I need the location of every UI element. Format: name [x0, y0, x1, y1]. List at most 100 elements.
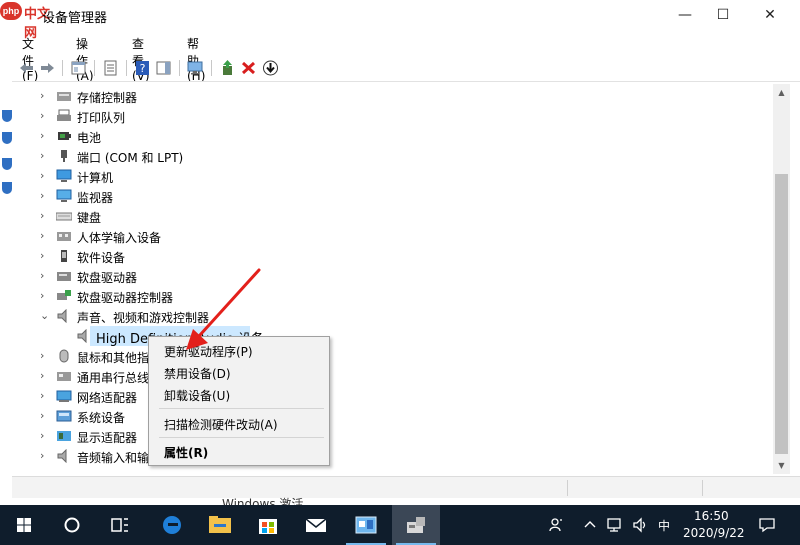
tree-category-item[interactable]: › 系统设备 [12, 406, 785, 426]
speaker-icon [57, 309, 67, 323]
chevron-right-icon[interactable]: › [40, 409, 50, 423]
tree-item-label: 软盘驱动器控制器 [77, 291, 174, 305]
clock-time[interactable]: 16:50 [694, 509, 729, 523]
menu-uninstall-device[interactable]: 卸载设备(U) [164, 387, 230, 404]
tree-item-label: 人体学输入设备 [77, 231, 162, 245]
tree-category-item[interactable]: ⌄ 声音、视频和游戏控制器 [12, 306, 785, 326]
scan-hardware-icon[interactable] [187, 60, 204, 76]
clock-date[interactable]: 2020/9/22 [683, 526, 745, 540]
chevron-right-icon[interactable]: › [40, 449, 50, 463]
tree-category-item[interactable]: › 人体学输入设备 [12, 226, 785, 246]
tree-item-label: 网络适配器 [77, 391, 138, 405]
status-separator [702, 480, 703, 496]
device-manager-app-icon [407, 517, 425, 533]
task-view-icon [111, 518, 128, 532]
tree-category-item[interactable]: › 打印队列 [12, 106, 785, 126]
chevron-right-icon[interactable]: › [40, 389, 50, 403]
tree-category-item[interactable]: › 键盘 [12, 206, 785, 226]
chevron-right-icon[interactable]: › [40, 129, 50, 143]
notification-icon[interactable] [758, 517, 776, 533]
toolbar-separator [62, 60, 63, 76]
update-driver-icon[interactable] [219, 60, 236, 76]
tree-category-item[interactable]: › 计算机 [12, 166, 785, 186]
start-button[interactable] [0, 505, 48, 545]
menu-separator [159, 437, 324, 438]
chevron-right-icon[interactable]: › [40, 89, 50, 103]
chevron-right-icon[interactable]: › [40, 169, 50, 183]
menu-update-driver[interactable]: 更新驱动程序(P) [164, 343, 253, 360]
chevron-right-icon[interactable]: › [40, 249, 50, 263]
shield-icon [2, 132, 12, 144]
chevron-right-icon[interactable]: › [40, 209, 50, 223]
shield-icon [2, 158, 12, 170]
action-pane-icon[interactable] [155, 60, 172, 76]
close-button[interactable]: ✕ [747, 0, 793, 30]
maximize-button[interactable]: ☐ [700, 0, 746, 30]
tree-item-label: 键盘 [77, 211, 102, 225]
file-explorer-icon [209, 516, 231, 533]
tree-category-item[interactable]: › 软盘驱动器 [12, 266, 785, 286]
taskbar-store[interactable] [244, 505, 292, 545]
menu-scan-hardware[interactable]: 扫描检测硬件改动(A) [164, 416, 278, 433]
tree-category-item[interactable]: › 端口 (COM 和 LPT) [12, 146, 785, 166]
tree-category-item[interactable]: › 网络适配器 [12, 386, 785, 406]
task-view-button[interactable] [96, 505, 144, 545]
store-icon [259, 519, 277, 534]
tree-category-item[interactable]: › 软件设备 [12, 246, 785, 266]
people-icon[interactable] [548, 517, 564, 533]
menu-disable-device[interactable]: 禁用设备(D) [164, 365, 231, 382]
network-status-icon[interactable] [606, 517, 624, 533]
forward-icon[interactable] [39, 60, 56, 76]
tree-category-item[interactable]: › 软盘驱动器控制器 [12, 286, 785, 306]
keyboard-icon [56, 212, 72, 221]
tree-category-item[interactable]: › 电池 [12, 126, 785, 146]
network-icon [56, 390, 72, 402]
chevron-up-icon[interactable] [584, 519, 596, 531]
taskbar-mail[interactable] [292, 505, 340, 545]
scroll-up-arrow-icon[interactable]: ▲ [773, 84, 790, 101]
tree-item-label: 显示适配器 [77, 431, 138, 445]
tree-category-item[interactable]: › 鼠标和其他指针设备 [12, 346, 785, 366]
chevron-right-icon[interactable]: › [40, 109, 50, 123]
taskbar-edge[interactable] [148, 505, 196, 545]
taskbar-file-explorer[interactable] [196, 505, 244, 545]
status-bar [12, 476, 800, 498]
properties-icon[interactable] [102, 60, 119, 76]
help-icon[interactable]: ? [134, 60, 151, 76]
tree-category-item[interactable]: › 音频输入和输出 [12, 446, 785, 466]
chevron-right-icon[interactable]: › [40, 229, 50, 243]
scrollbar-thumb[interactable] [775, 174, 788, 454]
tree-child-item[interactable]: High Definition Audio 设备 [12, 326, 785, 347]
chevron-right-icon[interactable]: › [40, 289, 50, 303]
volume-icon[interactable] [632, 517, 650, 533]
tree-category-item[interactable]: › 显示适配器 [12, 426, 785, 446]
shield-icon [2, 110, 12, 122]
chevron-right-icon[interactable]: › [40, 349, 50, 363]
download-icon[interactable] [262, 60, 279, 76]
console-tree-icon[interactable] [70, 60, 87, 76]
title-bar[interactable]: php 中文网 设备管理器 — ☐ ✕ [0, 0, 800, 41]
chevron-right-icon[interactable]: › [40, 149, 50, 163]
chevron-right-icon[interactable]: › [40, 269, 50, 283]
ime-indicator[interactable]: 中 [658, 517, 670, 534]
uninstall-icon[interactable] [240, 60, 257, 76]
windows-start-icon [17, 518, 31, 532]
usb-icon [57, 372, 71, 381]
vertical-scrollbar[interactable]: ▲ ▼ [773, 84, 790, 474]
chevron-right-icon[interactable]: › [40, 189, 50, 203]
chevron-right-icon[interactable]: › [40, 429, 50, 443]
tree-item-label: 存储控制器 [77, 91, 138, 105]
tree-category-item[interactable]: › 监视器 [12, 186, 785, 206]
tree-item-label: 电池 [77, 131, 102, 145]
tree-category-item[interactable]: › 通用串行总线控制器 [12, 366, 785, 386]
tree-category-item[interactable]: › 存储控制器 [12, 86, 785, 106]
taskbar-device-manager[interactable] [392, 505, 440, 545]
chevron-right-icon[interactable]: › [40, 369, 50, 383]
back-icon[interactable] [18, 60, 35, 76]
cortana-button[interactable] [48, 505, 96, 545]
menu-properties[interactable]: 属性(R) [164, 444, 208, 461]
scroll-down-arrow-icon[interactable]: ▼ [773, 457, 790, 474]
toolbar-separator [94, 60, 95, 76]
taskbar-photo-app[interactable] [342, 505, 390, 545]
chevron-down-icon[interactable]: ⌄ [40, 309, 50, 323]
